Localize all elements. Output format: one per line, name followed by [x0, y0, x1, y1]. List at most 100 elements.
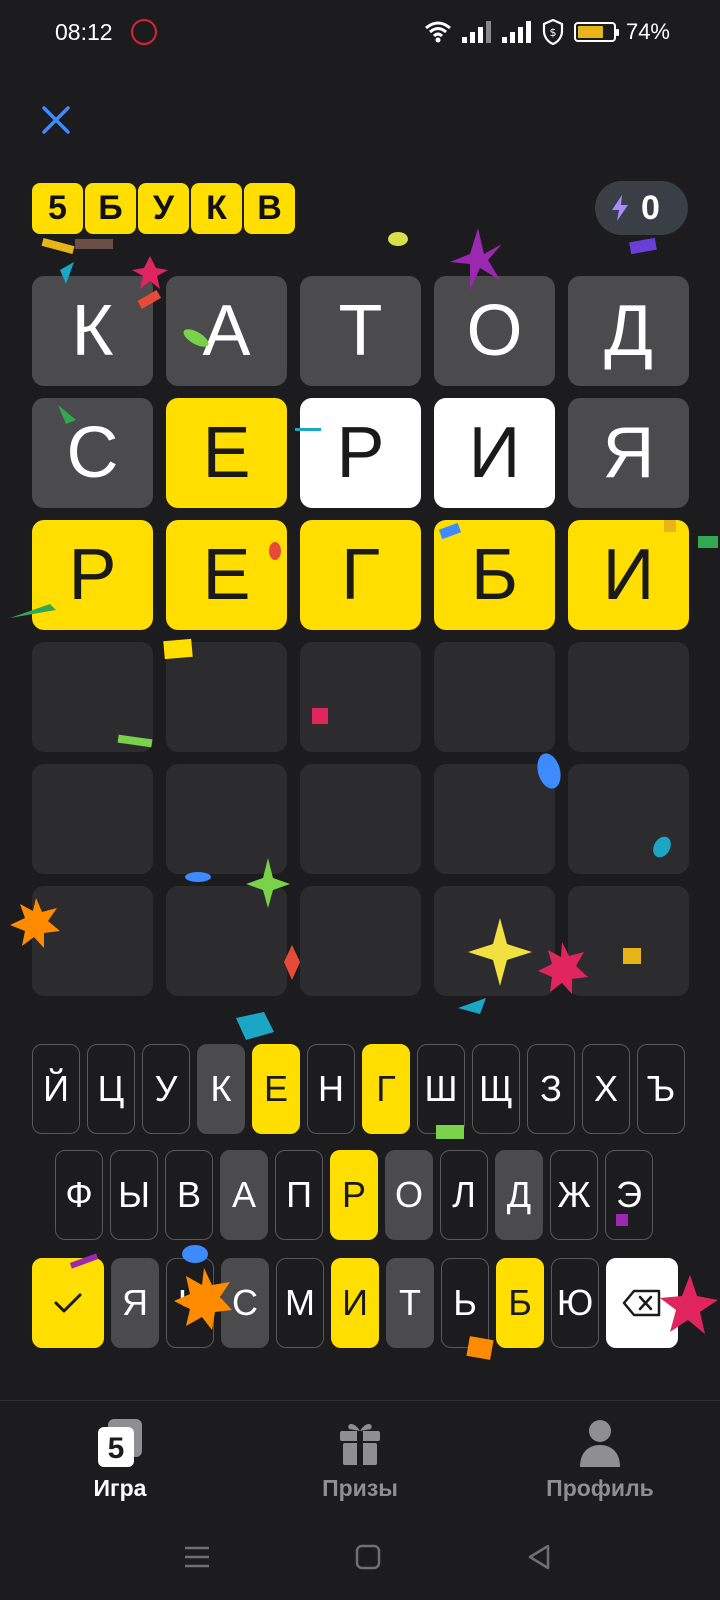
letter-tile: И	[568, 520, 689, 630]
word-length-badge: 5 Б У К В	[32, 183, 295, 234]
menu-icon[interactable]	[181, 1541, 213, 1573]
submit-button[interactable]	[32, 1258, 104, 1348]
key-Л[interactable]: Л	[440, 1150, 488, 1240]
key-Ш[interactable]: Ш	[417, 1044, 465, 1134]
empty-tile	[166, 886, 287, 996]
empty-tile	[300, 886, 421, 996]
signal-icon	[461, 21, 491, 43]
signal-icon-2	[501, 21, 531, 43]
letter-tile: Р	[32, 520, 153, 630]
empty-tile	[166, 764, 287, 874]
key-Ы[interactable]: Ы	[110, 1150, 158, 1240]
notification-app-icon	[131, 19, 157, 45]
keyboard-row: ЯЧСМИТЬБЮ	[32, 1258, 678, 1348]
key-Ц[interactable]: Ц	[87, 1044, 135, 1134]
home-icon[interactable]	[352, 1541, 384, 1573]
letter-tile: И	[434, 398, 555, 508]
letter-tile: С	[32, 398, 153, 508]
shield-icon: $	[542, 19, 564, 45]
battery-percent: 74%	[625, 19, 670, 44]
svg-text:5: 5	[108, 1432, 125, 1465]
badge-letter: Б	[85, 183, 136, 234]
backspace-icon	[622, 1289, 661, 1317]
key-А[interactable]: А	[220, 1150, 268, 1240]
close-icon[interactable]	[36, 100, 76, 140]
svg-text:$: $	[549, 26, 556, 39]
key-Й[interactable]: Й	[32, 1044, 80, 1134]
letter-tile: О	[434, 276, 555, 386]
empty-tile	[32, 886, 153, 996]
lightning-icon	[612, 195, 628, 221]
key-Щ[interactable]: Щ	[472, 1044, 520, 1134]
empty-tile	[166, 642, 287, 752]
empty-tile	[568, 764, 689, 874]
energy-counter[interactable]: 0	[595, 181, 688, 235]
nav-label-prizes: Призы	[322, 1475, 398, 1501]
key-Е[interactable]: Е	[252, 1044, 300, 1134]
key-З[interactable]: З	[527, 1044, 575, 1134]
badge-letter: 5	[32, 183, 83, 234]
empty-tile	[32, 642, 153, 752]
status-indicators: $ 74%	[424, 17, 670, 47]
key-Д[interactable]: Д	[495, 1150, 543, 1240]
letter-tile: Е	[166, 398, 287, 508]
empty-tile	[568, 642, 689, 752]
backspace-button[interactable]	[606, 1258, 678, 1348]
badge-letter: К	[191, 183, 242, 234]
keyboard-row: ЙЦУКЕНГШЩЗХЪ	[32, 1044, 685, 1134]
status-bar: 08:12 $ 74%	[0, 0, 720, 64]
key-П[interactable]: П	[275, 1150, 323, 1240]
key-Б[interactable]: Б	[496, 1258, 544, 1348]
key-Ф[interactable]: Ф	[55, 1150, 103, 1240]
empty-tile	[568, 886, 689, 996]
letter-tile: Б	[434, 520, 555, 630]
key-Ю[interactable]: Ю	[551, 1258, 599, 1348]
letter-tile: А	[166, 276, 287, 386]
empty-tile	[300, 764, 421, 874]
key-Г[interactable]: Г	[362, 1044, 410, 1134]
key-Ч[interactable]: Ч	[166, 1258, 214, 1348]
key-Т[interactable]: Т	[386, 1258, 434, 1348]
key-Ь[interactable]: Ь	[441, 1258, 489, 1348]
nav-label-profile: Профиль	[546, 1475, 654, 1501]
key-Я[interactable]: Я	[111, 1258, 159, 1348]
key-В[interactable]: В	[165, 1150, 213, 1240]
back-icon[interactable]	[524, 1541, 556, 1573]
badge-letter: У	[138, 183, 189, 234]
system-nav-bar	[0, 1515, 720, 1600]
letter-tile: Г	[300, 520, 421, 630]
key-Х[interactable]: Х	[582, 1044, 630, 1134]
letter-tile: Д	[568, 276, 689, 386]
status-time: 08:12	[55, 19, 113, 45]
nav-tab-game[interactable]: 5 Игра	[0, 1401, 240, 1510]
key-К[interactable]: К	[197, 1044, 245, 1134]
key-У[interactable]: У	[142, 1044, 190, 1134]
wifi-icon	[424, 21, 451, 43]
keyboard-row: ФЫВАПРОЛДЖЭ	[55, 1150, 653, 1240]
key-Р[interactable]: Р	[330, 1150, 378, 1240]
letter-tile: Т	[300, 276, 421, 386]
empty-tile	[300, 642, 421, 752]
nav-tab-prizes[interactable]: Призы	[240, 1401, 480, 1510]
empty-tile	[434, 886, 555, 996]
key-Ж[interactable]: Ж	[550, 1150, 598, 1240]
nav-tab-profile[interactable]: Профиль	[480, 1401, 720, 1510]
nav-label-game: Игра	[93, 1475, 147, 1501]
key-Э[interactable]: Э	[605, 1150, 653, 1240]
game-board: КАТОДСЕРИЯРЕГБИ	[32, 276, 689, 996]
letter-tile: Е	[166, 520, 287, 630]
key-И[interactable]: И	[331, 1258, 379, 1348]
profile-icon	[580, 1420, 620, 1467]
empty-tile	[32, 764, 153, 874]
check-icon	[54, 1293, 82, 1313]
key-Н[interactable]: Н	[307, 1044, 355, 1134]
gift-icon	[340, 1424, 380, 1465]
game-tab-icon: 5	[98, 1419, 142, 1467]
key-Ъ[interactable]: Ъ	[637, 1044, 685, 1134]
key-М[interactable]: М	[276, 1258, 324, 1348]
energy-count: 0	[641, 188, 660, 227]
key-С[interactable]: С	[221, 1258, 269, 1348]
key-О[interactable]: О	[385, 1150, 433, 1240]
empty-tile	[434, 642, 555, 752]
letter-tile: Р	[300, 398, 421, 508]
